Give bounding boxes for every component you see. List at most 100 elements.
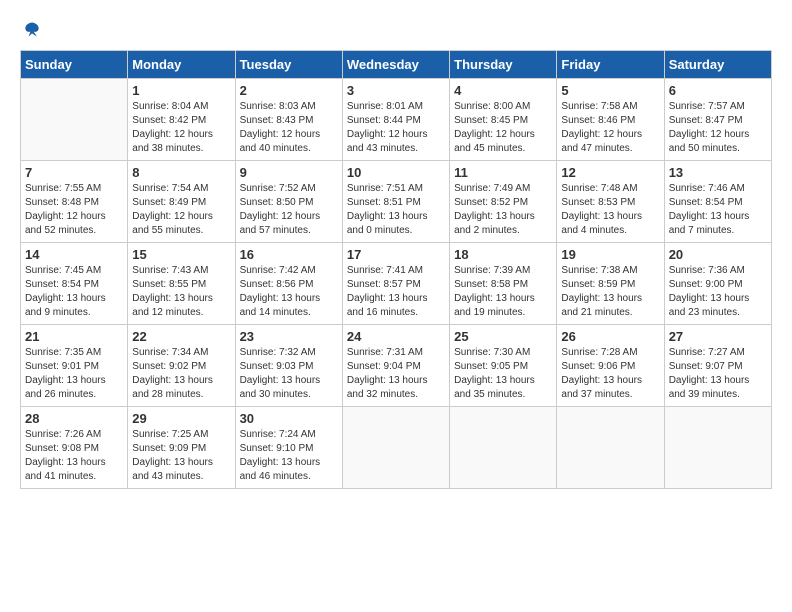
column-header-tuesday: Tuesday — [235, 51, 342, 79]
calendar-cell: 28 Sunrise: 7:26 AM Sunset: 9:08 PM Dayli… — [21, 407, 128, 489]
day-info: Sunrise: 7:39 AM Sunset: 8:58 PM Dayligh… — [454, 264, 552, 320]
day-info: Sunrise: 7:42 AM Sunset: 8:56 PM Dayligh… — [240, 264, 338, 320]
day-info: Sunrise: 8:00 AM Sunset: 8:45 PM Dayligh… — [454, 100, 552, 156]
day-number: 16 — [240, 247, 338, 262]
day-info: Sunrise: 7:24 AM Sunset: 9:10 PM Dayligh… — [240, 428, 338, 484]
day-number: 3 — [347, 83, 445, 98]
calendar-week-row: 7 Sunrise: 7:55 AM Sunset: 8:48 PM Daylig… — [21, 161, 772, 243]
day-info: Sunrise: 7:48 AM Sunset: 8:53 PM Dayligh… — [561, 182, 659, 238]
day-info: Sunrise: 7:32 AM Sunset: 9:03 PM Dayligh… — [240, 346, 338, 402]
day-number: 21 — [25, 329, 123, 344]
column-header-thursday: Thursday — [450, 51, 557, 79]
day-number: 15 — [132, 247, 230, 262]
calendar-cell: 26Sunrise: 7:28 AM Sunset: 9:06 PM Dayli… — [557, 325, 664, 407]
calendar-cell: 11 Sunrise: 7:49 AM Sunset: 8:52 PM Dayli… — [450, 161, 557, 243]
calendar-cell: 6 Sunrise: 7:57 AM Sunset: 8:47 PM Daylig… — [664, 79, 771, 161]
calendar-week-row: 21 Sunrise: 7:35 AM Sunset: 9:01 PM Dayli… — [21, 325, 772, 407]
calendar-week-row: 1 Sunrise: 8:04 AM Sunset: 8:42 PM Daylig… — [21, 79, 772, 161]
day-info: Sunrise: 7:45 AM Sunset: 8:54 PM Dayligh… — [25, 264, 123, 320]
day-info: Sunrise: 7:55 AM Sunset: 8:48 PM Dayligh… — [25, 182, 123, 238]
day-number: 26 — [561, 329, 659, 344]
day-number: 12 — [561, 165, 659, 180]
calendar-cell: 2 Sunrise: 8:03 AM Sunset: 8:43 PM Daylig… — [235, 79, 342, 161]
calendar-cell: 22Sunrise: 7:34 AM Sunset: 9:02 PM Dayli… — [128, 325, 235, 407]
calendar-cell: 14 Sunrise: 7:45 AM Sunset: 8:54 PM Dayli… — [21, 243, 128, 325]
calendar-cell — [342, 407, 449, 489]
column-header-wednesday: Wednesday — [342, 51, 449, 79]
day-number: 27 — [669, 329, 767, 344]
day-number: 11 — [454, 165, 552, 180]
day-info: Sunrise: 8:01 AM Sunset: 8:44 PM Dayligh… — [347, 100, 445, 156]
calendar-cell — [21, 79, 128, 161]
logo — [20, 20, 42, 40]
day-number: 23 — [240, 329, 338, 344]
day-number: 14 — [25, 247, 123, 262]
day-info: Sunrise: 7:30 AM Sunset: 9:05 PM Dayligh… — [454, 346, 552, 402]
day-number: 28 — [25, 411, 123, 426]
column-header-sunday: Sunday — [21, 51, 128, 79]
day-number: 4 — [454, 83, 552, 98]
calendar-cell: 10 Sunrise: 7:51 AM Sunset: 8:51 PM Dayli… — [342, 161, 449, 243]
day-info: Sunrise: 7:35 AM Sunset: 9:01 PM Dayligh… — [25, 346, 123, 402]
day-info: Sunrise: 7:26 AM Sunset: 9:08 PM Dayligh… — [25, 428, 123, 484]
day-info: Sunrise: 8:04 AM Sunset: 8:42 PM Dayligh… — [132, 100, 230, 156]
day-number: 10 — [347, 165, 445, 180]
calendar-week-row: 14 Sunrise: 7:45 AM Sunset: 8:54 PM Dayli… — [21, 243, 772, 325]
calendar-cell: 23 Sunrise: 7:32 AM Sunset: 9:03 PM Dayli… — [235, 325, 342, 407]
calendar-cell: 13 Sunrise: 7:46 AM Sunset: 8:54 PM Dayli… — [664, 161, 771, 243]
day-info: Sunrise: 8:03 AM Sunset: 8:43 PM Dayligh… — [240, 100, 338, 156]
day-number: 5 — [561, 83, 659, 98]
calendar-cell: 27 Sunrise: 7:27 AM Sunset: 9:07 PM Dayli… — [664, 325, 771, 407]
day-number: 17 — [347, 247, 445, 262]
day-info: Sunrise: 7:41 AM Sunset: 8:57 PM Dayligh… — [347, 264, 445, 320]
calendar-cell: 9 Sunrise: 7:52 AM Sunset: 8:50 PM Daylig… — [235, 161, 342, 243]
day-number: 8 — [132, 165, 230, 180]
calendar-cell: 19 Sunrise: 7:38 AM Sunset: 8:59 PM Dayli… — [557, 243, 664, 325]
column-header-saturday: Saturday — [664, 51, 771, 79]
calendar-cell: 15 Sunrise: 7:43 AM Sunset: 8:55 PM Dayli… — [128, 243, 235, 325]
calendar-cell: 18 Sunrise: 7:39 AM Sunset: 8:58 PM Dayli… — [450, 243, 557, 325]
day-info: Sunrise: 7:57 AM Sunset: 8:47 PM Dayligh… — [669, 100, 767, 156]
day-number: 30 — [240, 411, 338, 426]
day-info: Sunrise: 7:36 AM Sunset: 9:00 PM Dayligh… — [669, 264, 767, 320]
day-number: 24 — [347, 329, 445, 344]
day-info: Sunrise: 7:46 AM Sunset: 8:54 PM Dayligh… — [669, 182, 767, 238]
day-number: 18 — [454, 247, 552, 262]
day-info: Sunrise: 7:27 AM Sunset: 9:07 PM Dayligh… — [669, 346, 767, 402]
calendar-cell: 3 Sunrise: 8:01 AM Sunset: 8:44 PM Daylig… — [342, 79, 449, 161]
calendar-cell: 30 Sunrise: 7:24 AM Sunset: 9:10 PM Dayli… — [235, 407, 342, 489]
calendar-cell: 12 Sunrise: 7:48 AM Sunset: 8:53 PM Dayli… — [557, 161, 664, 243]
day-number: 19 — [561, 247, 659, 262]
day-number: 7 — [25, 165, 123, 180]
day-number: 25 — [454, 329, 552, 344]
day-number: 9 — [240, 165, 338, 180]
column-header-monday: Monday — [128, 51, 235, 79]
logo-bird-icon — [22, 20, 42, 40]
day-info: Sunrise: 7:51 AM Sunset: 8:51 PM Dayligh… — [347, 182, 445, 238]
day-number: 2 — [240, 83, 338, 98]
day-number: 29 — [132, 411, 230, 426]
day-number: 20 — [669, 247, 767, 262]
calendar-cell: 25 Sunrise: 7:30 AM Sunset: 9:05 PM Dayli… — [450, 325, 557, 407]
day-info: Sunrise: 7:52 AM Sunset: 8:50 PM Dayligh… — [240, 182, 338, 238]
day-info: Sunrise: 7:43 AM Sunset: 8:55 PM Dayligh… — [132, 264, 230, 320]
calendar-cell: 4 Sunrise: 8:00 AM Sunset: 8:45 PM Daylig… — [450, 79, 557, 161]
calendar-cell — [664, 407, 771, 489]
calendar-table: SundayMondayTuesdayWednesdayThursdayFrid… — [20, 50, 772, 489]
calendar-cell: 20 Sunrise: 7:36 AM Sunset: 9:00 PM Dayli… — [664, 243, 771, 325]
day-number: 6 — [669, 83, 767, 98]
calendar-week-row: 28 Sunrise: 7:26 AM Sunset: 9:08 PM Dayli… — [21, 407, 772, 489]
day-info: Sunrise: 7:54 AM Sunset: 8:49 PM Dayligh… — [132, 182, 230, 238]
day-info: Sunrise: 7:38 AM Sunset: 8:59 PM Dayligh… — [561, 264, 659, 320]
calendar-cell: 29Sunrise: 7:25 AM Sunset: 9:09 PM Dayli… — [128, 407, 235, 489]
calendar-cell — [450, 407, 557, 489]
calendar-cell — [557, 407, 664, 489]
column-header-friday: Friday — [557, 51, 664, 79]
day-info: Sunrise: 7:31 AM Sunset: 9:04 PM Dayligh… — [347, 346, 445, 402]
calendar-cell: 24 Sunrise: 7:31 AM Sunset: 9:04 PM Dayli… — [342, 325, 449, 407]
day-number: 22 — [132, 329, 230, 344]
day-info: Sunrise: 7:49 AM Sunset: 8:52 PM Dayligh… — [454, 182, 552, 238]
calendar-cell: 5Sunrise: 7:58 AM Sunset: 8:46 PM Daylig… — [557, 79, 664, 161]
day-number: 13 — [669, 165, 767, 180]
day-number: 1 — [132, 83, 230, 98]
